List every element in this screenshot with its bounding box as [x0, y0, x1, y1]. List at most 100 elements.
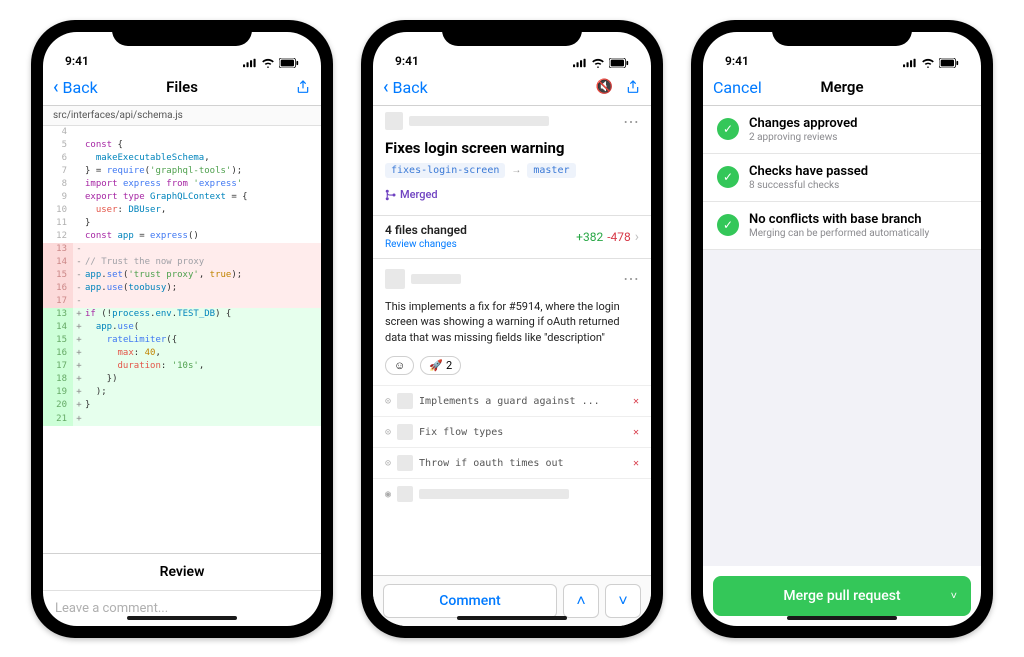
commit-row[interactable]: ⊙Throw if oauth times out✕ [373, 447, 651, 478]
redacted-author [411, 274, 461, 284]
eye-icon: ◉ [385, 489, 391, 500]
line-number: 17 [43, 360, 73, 373]
review-button[interactable]: Review [43, 553, 321, 590]
merge-check-row[interactable]: ✓ Checks have passed8 successful checks [703, 154, 981, 202]
code-line[interactable]: 7} = require('graphql-tools'); [43, 165, 321, 178]
merge-pull-request-button[interactable]: Merge pull request ˅ [713, 576, 971, 616]
code-line[interactable]: 14-// Trust the now proxy [43, 256, 321, 269]
code-line[interactable]: 9 export type GraphQLContext = { [43, 191, 321, 204]
more-icon[interactable]: ⋯ [623, 269, 639, 288]
diff-sign: - [73, 282, 85, 295]
commit-row[interactable]: ◉ [373, 478, 651, 509]
branch-from[interactable]: fixes-login-screen [385, 163, 505, 178]
files-changed-row[interactable]: 4 files changed Review changes +382 -478… [373, 215, 651, 258]
merged-badge: Merged [385, 188, 438, 201]
diff-sign: + [73, 386, 85, 399]
home-indicator[interactable] [787, 616, 897, 620]
diff-sign [73, 152, 85, 165]
diff-sign [73, 165, 85, 178]
add-reaction-button[interactable]: ☺ [385, 356, 414, 375]
line-number: 9 [43, 191, 73, 204]
code-text: ); [85, 386, 321, 399]
share-button[interactable] [295, 79, 311, 95]
pr-content[interactable]: ⋯ Fixes login screen warning fixes-login… [373, 106, 651, 575]
diff-sign: + [73, 347, 85, 360]
code-line[interactable]: 19+ ); [43, 386, 321, 399]
code-line[interactable]: 4 [43, 126, 321, 139]
code-text [85, 295, 321, 308]
redacted-author [409, 116, 549, 126]
code-line[interactable]: 16+ max: 40, [43, 347, 321, 360]
code-text: app.set('trust proxy', true); [85, 269, 321, 282]
code-line[interactable]: 18+ }) [43, 373, 321, 386]
deletions: -478 [607, 230, 631, 244]
commit-row[interactable]: ⊙Fix flow types✕ [373, 416, 651, 447]
commit-icon: ⊙ [385, 396, 391, 407]
line-number: 18 [43, 373, 73, 386]
code-line[interactable]: 14+ app.use( [43, 321, 321, 334]
mute-icon[interactable]: 🔇 [596, 79, 613, 95]
merge-icon [385, 189, 397, 201]
merge-check-row[interactable]: ✓No conflicts with base branchMerging ca… [703, 202, 981, 250]
back-button[interactable]: ‹ Back [383, 77, 428, 98]
code-line[interactable]: 10 user: DBUser, [43, 204, 321, 217]
diff-sign: + [73, 413, 85, 426]
prev-button[interactable]: ˄ [563, 584, 599, 618]
code-text: export type GraphQLContext = { [85, 191, 321, 204]
code-line[interactable]: 17- [43, 295, 321, 308]
diff-sign [73, 217, 85, 230]
chevron-up-icon: ˄ [576, 591, 585, 611]
pr-header: ⋯ Fixes login screen warning fixes-login… [373, 106, 651, 215]
files-changed: 4 files changed [385, 223, 467, 237]
diff-sign: + [73, 373, 85, 386]
line-number: 5 [43, 139, 73, 152]
comment-button[interactable]: Comment [383, 584, 557, 618]
code-text: // Trust the now proxy [85, 256, 321, 269]
code-line[interactable]: 16-app.use(toobusy); [43, 282, 321, 295]
check-text: Checks have passed8 successful checks [749, 164, 868, 191]
code-text: } [85, 399, 321, 412]
arrow-right-icon: → [511, 165, 521, 176]
cancel-button[interactable]: Cancel [713, 78, 762, 97]
code-line[interactable]: 12const app = express() [43, 230, 321, 243]
file-path: src/interfaces/api/schema.js [43, 106, 321, 126]
code-line[interactable]: 11} [43, 217, 321, 230]
more-icon[interactable]: ⋯ [623, 112, 639, 131]
code-text: duration: '10s', [85, 360, 321, 373]
reaction-rocket[interactable]: 🚀 2 [420, 356, 461, 375]
code-line[interactable]: 13+if (!process.env.TEST_DB) { [43, 308, 321, 321]
review-changes-link[interactable]: Review changes [385, 239, 467, 250]
code-diff[interactable]: 4 5const {6 makeExecutableSchema,7} = re… [43, 126, 321, 553]
share-icon[interactable] [625, 79, 641, 95]
diff-sign: + [73, 334, 85, 347]
code-line[interactable]: 15-app.set('trust proxy', true); [43, 269, 321, 282]
next-button[interactable]: ˅ [605, 584, 641, 618]
code-line[interactable]: 8import express from 'express' [43, 178, 321, 191]
check-subtitle: Merging can be performed automatically [749, 228, 929, 239]
code-line[interactable]: 21+ [43, 413, 321, 426]
wifi-icon [591, 58, 605, 68]
diff-sign: + [73, 321, 85, 334]
code-line[interactable]: 20+} [43, 399, 321, 412]
screen-files: 9:41 ‹ Back Files src/interfaces/api/sch… [43, 32, 321, 626]
branch-to[interactable]: master [527, 163, 575, 178]
code-text: makeExecutableSchema, [85, 152, 321, 165]
code-line[interactable]: 5const { [43, 139, 321, 152]
merge-check-row[interactable]: ✓Changes approved2 approving reviews [703, 106, 981, 154]
reaction-bar: ☺ 🚀 2 [373, 356, 651, 385]
code-line[interactable]: 13- [43, 243, 321, 256]
commit-row[interactable]: ⊙Implements a guard against ...✕ [373, 385, 651, 416]
avatar [397, 455, 413, 471]
merge-content: ✓Changes approved2 approving reviews ✓ Che… [703, 106, 981, 566]
comment-input[interactable]: Leave a comment... [43, 590, 321, 626]
commit-icon: ⊙ [385, 458, 391, 469]
code-line[interactable]: 15+ rateLimiter({ [43, 334, 321, 347]
code-line[interactable]: 17+ duration: '10s', [43, 360, 321, 373]
check-circle-icon: ✓ [717, 166, 739, 188]
home-indicator[interactable] [457, 616, 567, 620]
back-button[interactable]: ‹ Back [53, 77, 98, 98]
code-text: } = require('graphql-tools'); [85, 165, 321, 178]
code-line[interactable]: 6 makeExecutableSchema, [43, 152, 321, 165]
home-indicator[interactable] [127, 616, 237, 620]
check-circle-icon: ✓ [717, 214, 739, 236]
